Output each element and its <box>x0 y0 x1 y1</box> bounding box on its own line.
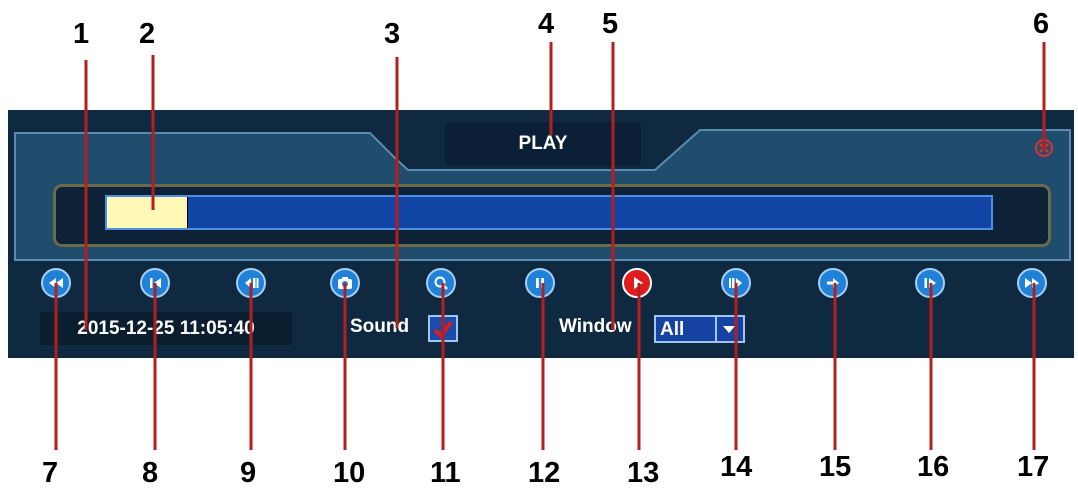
callout-number: 8 <box>142 457 159 489</box>
callout-number: 12 <box>528 457 561 489</box>
callout-number: 9 <box>240 457 257 489</box>
callout-number: 13 <box>627 457 660 489</box>
callout-number: 16 <box>917 451 950 483</box>
callout-number: 11 <box>430 457 461 489</box>
callout-number: 15 <box>819 451 852 483</box>
callout-number: 7 <box>42 457 59 489</box>
callout-number: 17 <box>1017 451 1050 483</box>
callout-lines <box>54 42 1046 450</box>
callout-number: 14 <box>720 451 753 483</box>
callout-number: 10 <box>333 457 366 489</box>
